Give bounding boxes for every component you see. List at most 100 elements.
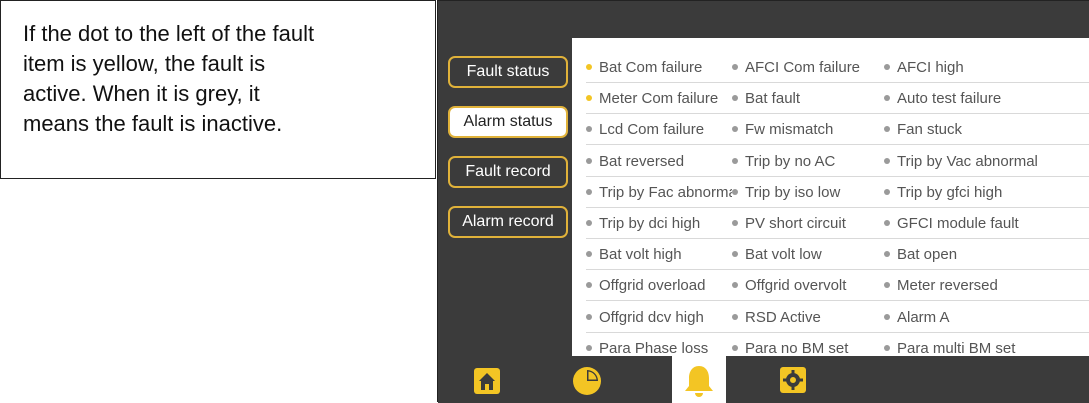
fault-item: Bat Com failure (586, 52, 732, 83)
inverter-screen: Fault status Alarm status Fault record A… (437, 0, 1089, 403)
callout-line: item is yellow, the fault is (23, 51, 266, 76)
fault-item: Offgrid overload (586, 270, 732, 302)
fault-list-panel: Bat Com failure AFCI Com failure AFCI high… (572, 38, 1089, 356)
fault-label: Trip by no AC (745, 152, 836, 170)
tab-alarm-record[interactable]: Alarm record (448, 206, 568, 238)
pie-chart-icon[interactable] (572, 366, 602, 396)
callout-line: means the fault is inactive. (23, 111, 283, 136)
inactive-dot-icon (884, 157, 890, 164)
fault-item: Bat fault (732, 83, 884, 115)
inactive-dot-icon (732, 95, 738, 102)
home-icon[interactable] (474, 368, 500, 394)
fault-item: Meter reversed (884, 270, 1089, 302)
fault-item: Para multi BM set (884, 333, 1089, 356)
fault-item: Bat volt high (586, 239, 732, 271)
inactive-dot-icon (884, 313, 890, 320)
fault-label: Para multi BM set (897, 339, 1016, 356)
callout-line: If the dot to the left of the fault (23, 21, 315, 46)
fault-label: Bat reversed (599, 152, 685, 170)
fault-label: RSD Active (745, 308, 821, 326)
inactive-dot-icon (586, 220, 592, 227)
fault-item: Fan stuck (884, 114, 1089, 146)
inactive-dot-icon (732, 188, 738, 195)
inactive-dot-icon (586, 313, 592, 320)
fault-label: Meter Com failure (599, 90, 719, 108)
fault-row: Bat reversed Trip by no AC Trip by Vac abn… (572, 146, 1089, 177)
fault-item: Para no BM set (732, 333, 884, 356)
fault-label: Trip by gfci high (897, 183, 1003, 201)
fault-label: Trip by Fac abnormal (599, 183, 732, 201)
gear-icon[interactable] (780, 367, 806, 393)
bottom-nav (438, 356, 1089, 403)
inactive-dot-icon (732, 64, 738, 71)
fault-item: Alarm A (884, 302, 1089, 333)
fault-label: AFCI high (897, 59, 964, 76)
fault-label: Trip by iso low (745, 183, 841, 201)
fault-label: Offgrid overload (599, 277, 706, 295)
fault-label: Meter reversed (897, 277, 998, 295)
fault-label: Offgrid dcv high (599, 308, 704, 326)
inactive-dot-icon (586, 157, 592, 164)
fault-label: Bat open (897, 246, 958, 264)
fault-item: Trip by gfci high (884, 177, 1089, 208)
fault-label: Offgrid overvolt (745, 277, 847, 295)
fault-item: PV short circuit (732, 208, 884, 239)
fault-row: Bat volt high Bat volt low Bat open (572, 239, 1089, 271)
inactive-dot-icon (884, 95, 890, 102)
active-dot-icon (586, 64, 592, 71)
fault-label: Trip by Vac abnormal (897, 152, 1038, 170)
fault-label: Bat fault (745, 90, 801, 108)
tab-alarm-status[interactable]: Alarm status (448, 106, 568, 138)
fault-label: Bat volt low (745, 246, 822, 264)
inactive-dot-icon (884, 220, 890, 227)
active-dot-icon (586, 95, 592, 102)
fault-label: Para Phase loss (599, 339, 709, 356)
inactive-dot-icon (884, 188, 890, 195)
fault-item: GFCI module fault (884, 208, 1089, 239)
fault-row: Bat Com failure AFCI Com failure AFCI high (572, 52, 1089, 83)
inactive-dot-icon (884, 251, 890, 258)
fault-item: Bat open (884, 239, 1089, 271)
inactive-dot-icon (732, 251, 738, 258)
inactive-dot-icon (732, 126, 738, 133)
inactive-dot-icon (586, 282, 592, 289)
fault-item: AFCI Com failure (732, 52, 884, 83)
inactive-dot-icon (732, 344, 738, 351)
inactive-dot-icon (884, 126, 890, 133)
fault-item: Trip by Vac abnormal (884, 146, 1089, 177)
bell-icon[interactable] (684, 364, 714, 398)
fault-label: Bat Com failure (599, 59, 703, 76)
inactive-dot-icon (586, 251, 592, 258)
tab-fault-record[interactable]: Fault record (448, 156, 568, 188)
fault-item: Offgrid overvolt (732, 270, 884, 302)
fault-item: Trip by iso low (732, 177, 884, 208)
fault-label: AFCI Com failure (745, 59, 861, 76)
fault-label: Trip by dci high (599, 215, 701, 232)
fault-item: AFCI high (884, 52, 1089, 83)
fault-row: Offgrid dcv high RSD Active Alarm A (572, 302, 1089, 333)
fault-label: Bat volt high (599, 246, 682, 264)
tab-fault-status[interactable]: Fault status (448, 56, 568, 88)
fault-item: Meter Com failure (586, 83, 732, 115)
fault-item: Trip by no AC (732, 146, 884, 177)
inactive-dot-icon (732, 313, 738, 320)
fault-label: PV short circuit (745, 215, 846, 232)
fault-row: Trip by Fac abnormal Trip by iso low Trip … (572, 177, 1089, 208)
fault-label: Fw mismatch (745, 121, 834, 139)
inactive-dot-icon (586, 188, 592, 195)
fault-label: Para no BM set (745, 339, 849, 356)
fault-item: Offgrid dcv high (586, 302, 732, 333)
inactive-dot-icon (732, 282, 738, 289)
fault-row: Offgrid overload Offgrid overvolt Meter re… (572, 270, 1089, 302)
fault-label: Alarm A (897, 308, 950, 326)
inactive-dot-icon (586, 344, 592, 351)
fault-row: Trip by dci high PV short circuit GFCI mod… (572, 208, 1089, 239)
inactive-dot-icon (884, 344, 890, 351)
instruction-callout: If the dot to the left of the fault item… (0, 0, 436, 179)
inactive-dot-icon (732, 157, 738, 164)
inactive-dot-icon (884, 282, 890, 289)
fault-item: Bat reversed (586, 146, 732, 177)
inactive-dot-icon (586, 126, 592, 133)
inactive-dot-icon (884, 64, 890, 71)
fault-row: Para Phase loss Para no BM set Para multi … (572, 333, 1089, 356)
